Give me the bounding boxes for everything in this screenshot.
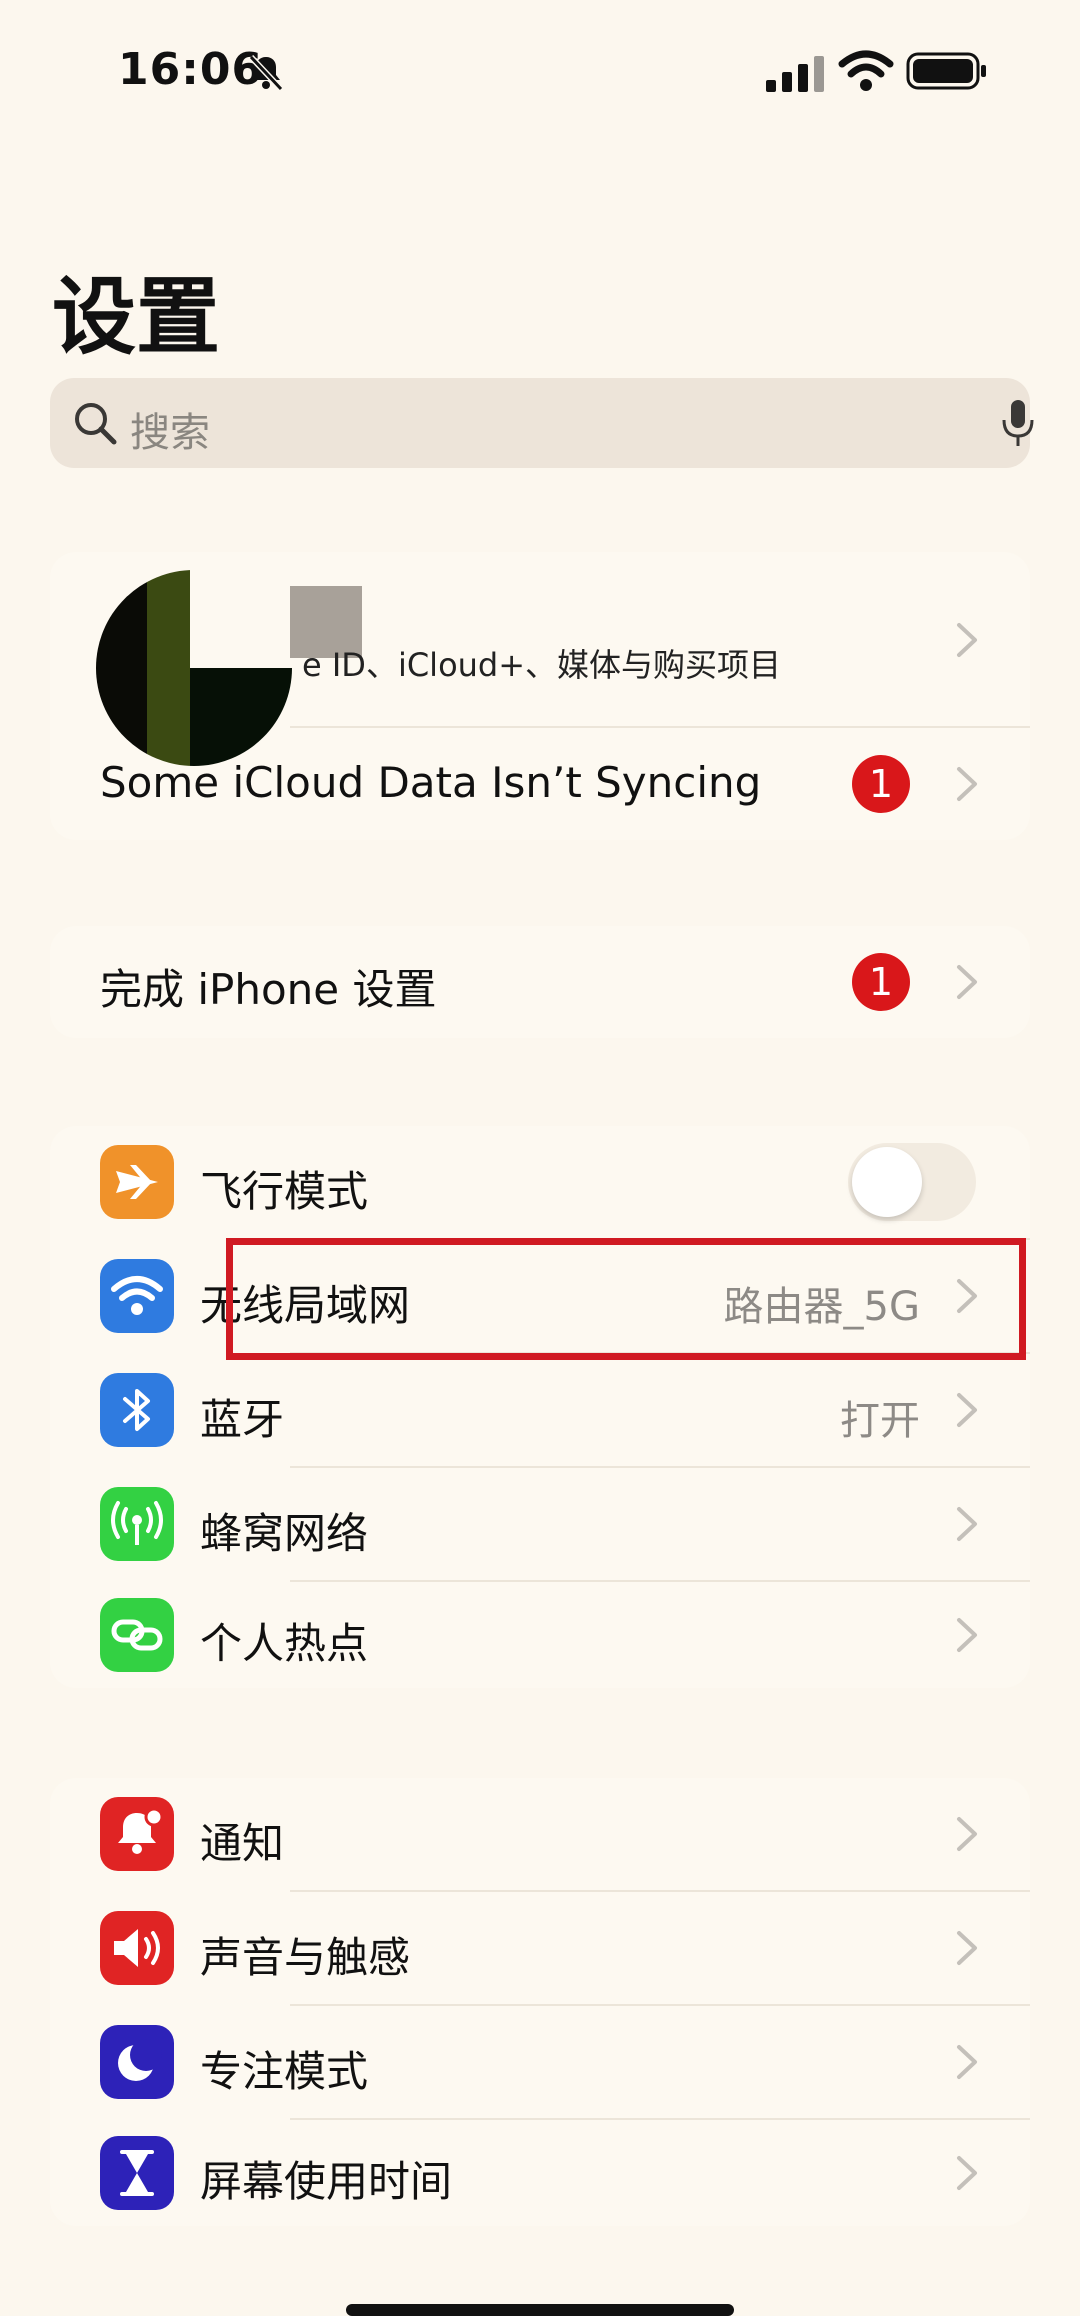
microphone-icon[interactable] <box>1000 398 1036 448</box>
chevron-right-icon <box>957 965 977 999</box>
icloud-sync-row[interactable]: Some iCloud Data Isn’t Syncing 1 <box>50 728 1030 840</box>
bluetooth-value: 打开 <box>840 1398 920 1444</box>
moon-icon <box>100 2025 174 2099</box>
screen-time-row[interactable]: 屏幕使用时间 <box>50 2120 1030 2226</box>
airplane-mode-row: 飞行模式 <box>50 1126 1030 1238</box>
airplane-mode-toggle[interactable] <box>848 1143 976 1221</box>
search-field[interactable]: 搜索 <box>50 378 1034 468</box>
search-placeholder: 搜索 <box>130 410 210 456</box>
connectivity-group: 飞行模式 无线局域网 路由器_5G 蓝牙 打开 蜂窝网络 个人热点 <box>50 1126 1030 1688</box>
account-subtitle: e ID、iCloud+、媒体与购买项目 <box>302 646 782 684</box>
sounds-label: 声音与触感 <box>200 1933 411 1982</box>
cellular-label: 蜂窝网络 <box>200 1509 369 1558</box>
bluetooth-icon <box>100 1373 174 1447</box>
airplane-icon <box>100 1145 174 1219</box>
clock: 16:06 <box>118 44 264 95</box>
cellular-signal-icon <box>766 56 824 92</box>
chevron-right-icon <box>957 623 977 657</box>
bell-slash-icon <box>248 54 284 92</box>
screen-time-label: 屏幕使用时间 <box>200 2157 453 2206</box>
account-group: e ID、iCloud+、媒体与购买项目 Some iCloud Data Is… <box>50 552 1030 840</box>
wifi-highlight-box <box>226 1238 1026 1360</box>
notifications-label: 通知 <box>200 1819 285 1868</box>
status-bar: 16:06 <box>0 0 1080 140</box>
battery-icon <box>906 52 986 90</box>
setup-group: 完成 iPhone 设置 1 <box>50 926 1030 1038</box>
cellular-row[interactable]: 蜂窝网络 <box>50 1468 1030 1580</box>
chevron-right-icon <box>957 1507 977 1541</box>
chevron-right-icon <box>957 1618 977 1652</box>
chevron-right-icon <box>957 767 977 801</box>
hotspot-label: 个人热点 <box>200 1619 369 1668</box>
speaker-icon <box>100 1911 174 1985</box>
hotspot-icon <box>100 1598 174 1672</box>
sounds-row[interactable]: 声音与触感 <box>50 1892 1030 2004</box>
sync-badge: 1 <box>852 755 910 813</box>
antenna-icon <box>100 1487 174 1561</box>
notification-icon <box>100 1797 174 1871</box>
search-icon <box>75 403 117 445</box>
sync-warning-label: Some iCloud Data Isn’t Syncing <box>100 758 762 807</box>
apple-account-row[interactable]: e ID、iCloud+、媒体与购买项目 <box>50 552 1030 766</box>
chevron-right-icon <box>957 1393 977 1427</box>
airplane-mode-label: 飞行模式 <box>200 1167 369 1216</box>
focus-row[interactable]: 专注模式 <box>50 2006 1030 2118</box>
wifi-icon <box>100 1259 174 1333</box>
hotspot-row[interactable]: 个人热点 <box>50 1582 1030 1688</box>
page-title: 设置 <box>52 268 221 366</box>
chevron-right-icon <box>957 1817 977 1851</box>
home-indicator <box>346 2304 734 2316</box>
chevron-right-icon <box>957 2045 977 2079</box>
toggle-knob <box>852 1147 922 1217</box>
hourglass-icon <box>100 2136 174 2210</box>
system-group: 通知 声音与触感 专注模式 屏幕使用时间 <box>50 1778 1030 2226</box>
chevron-right-icon <box>957 1931 977 1965</box>
notifications-row[interactable]: 通知 <box>50 1778 1030 1890</box>
setup-badge: 1 <box>852 953 910 1011</box>
finish-setup-row[interactable]: 完成 iPhone 设置 1 <box>50 926 1030 1038</box>
wifi-icon <box>838 50 894 91</box>
bluetooth-row[interactable]: 蓝牙 打开 <box>50 1354 1030 1466</box>
focus-label: 专注模式 <box>200 2047 369 2096</box>
chevron-right-icon <box>957 2156 977 2190</box>
finish-setup-label: 完成 iPhone 设置 <box>100 965 437 1014</box>
bluetooth-label: 蓝牙 <box>200 1395 285 1444</box>
